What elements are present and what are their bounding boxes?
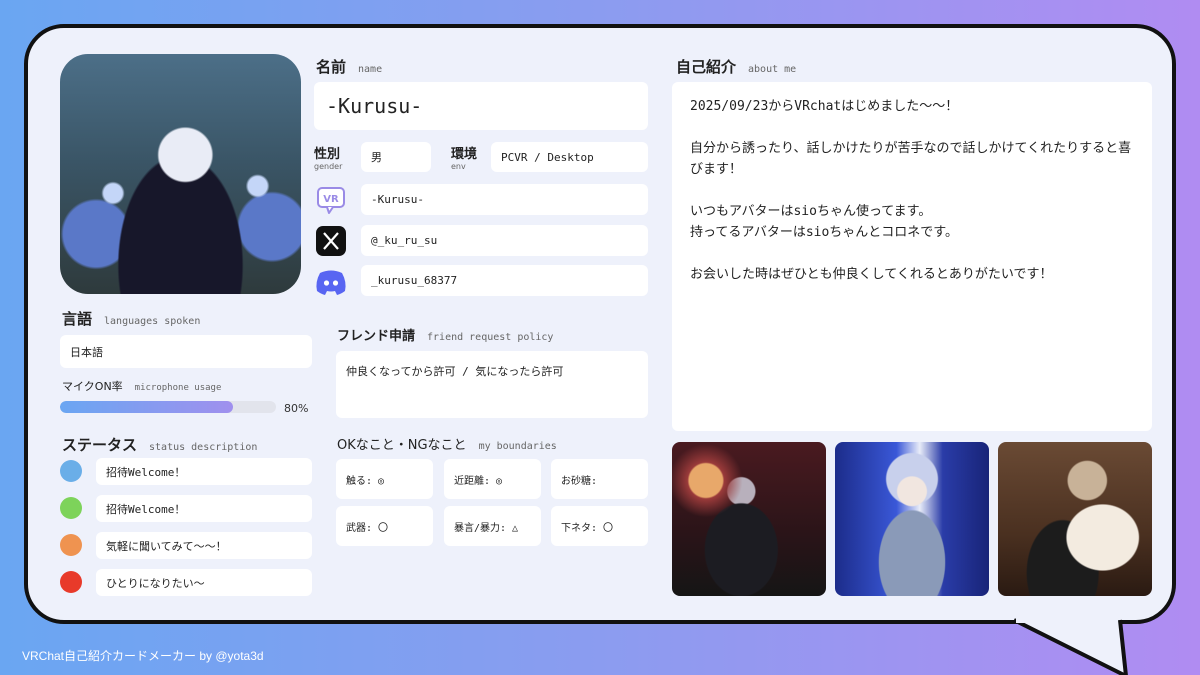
gender-label: 性別 gender	[314, 147, 343, 171]
discord-id-field: _kurusu_68377	[361, 265, 648, 296]
boundary-item: 下ネタ: 〇	[551, 506, 648, 546]
vrchat-icon: VR	[313, 182, 349, 218]
name-heading: 名前 name	[316, 58, 383, 76]
status-dot	[60, 460, 82, 482]
env-field: PCVR / Desktop	[491, 142, 648, 172]
status-item: 招待Welcome！	[96, 495, 312, 522]
about-heading: 自己紹介 about me	[676, 58, 797, 76]
gender-field: 男	[361, 142, 431, 172]
microphone-bar	[60, 401, 276, 413]
status-dot	[60, 497, 82, 519]
status-heading: ステータス status description	[62, 436, 258, 454]
microphone-percent: 80%	[284, 402, 309, 415]
x-id-field: @_ku_ru_su	[361, 225, 648, 256]
bubble-tail	[1013, 618, 1128, 675]
status-dot	[60, 571, 82, 593]
env-label: 環境 env	[451, 147, 478, 171]
avatar-image	[60, 54, 301, 294]
discord-icon	[313, 264, 349, 300]
boundary-item: 武器: 〇	[336, 506, 433, 546]
gallery-photo-3	[998, 442, 1152, 596]
friend-request-field: 仲良くなってから許可 / 気になったら許可	[336, 351, 648, 418]
microphone-bar-fill	[60, 401, 233, 413]
about-paragraph: いつもアバターはsioちゃん使ってます。 持ってるアバターはsioちゃんとコロネ…	[690, 204, 959, 240]
friend-request-heading: フレンド申請 friend request policy	[337, 329, 554, 344]
footer-credit: VRChat自己紹介カードメーカー by @yota3d	[22, 649, 264, 663]
x-icon	[313, 223, 349, 259]
svg-text:VR: VR	[323, 194, 339, 205]
boundary-item: お砂糖:	[551, 459, 648, 499]
about-paragraph: 自分から誘ったり、話しかけたりが苦手なので話しかけてくれたりすると喜びます！	[690, 141, 1132, 177]
boundary-item: 近距離: ◎	[444, 459, 541, 499]
languages-heading: 言語 languages spoken	[62, 310, 201, 328]
status-item: ひとりになりたい～	[96, 569, 312, 596]
boundary-item: 触る: ◎	[336, 459, 433, 499]
status-item: 招待Welcome！	[96, 458, 312, 485]
languages-field: 日本語	[60, 335, 312, 368]
about-paragraph: 2025/09/23からVRchatはじめました～～！	[690, 99, 959, 114]
gallery-photo-1	[672, 442, 826, 596]
vrchat-id-field: -Kurusu-	[361, 184, 648, 215]
gallery-photo-2	[835, 442, 989, 596]
about-text: 2025/09/23からVRchatはじめました～～！ 自分から誘ったり、話しかけ…	[690, 96, 1140, 306]
name-field: -Kurusu-	[314, 82, 648, 130]
microphone-heading: マイクON率 microphone usage	[62, 380, 222, 393]
about-paragraph: お会いした時はぜひとも仲良くしてくれるとありがたいです！	[690, 267, 1053, 282]
boundaries-heading: OKなこと・NGなこと my boundaries	[337, 438, 557, 453]
status-item: 気軽に聞いてみて～～！	[96, 532, 312, 559]
boundary-item: 暴言/暴力: △	[444, 506, 541, 546]
status-dot	[60, 534, 82, 556]
